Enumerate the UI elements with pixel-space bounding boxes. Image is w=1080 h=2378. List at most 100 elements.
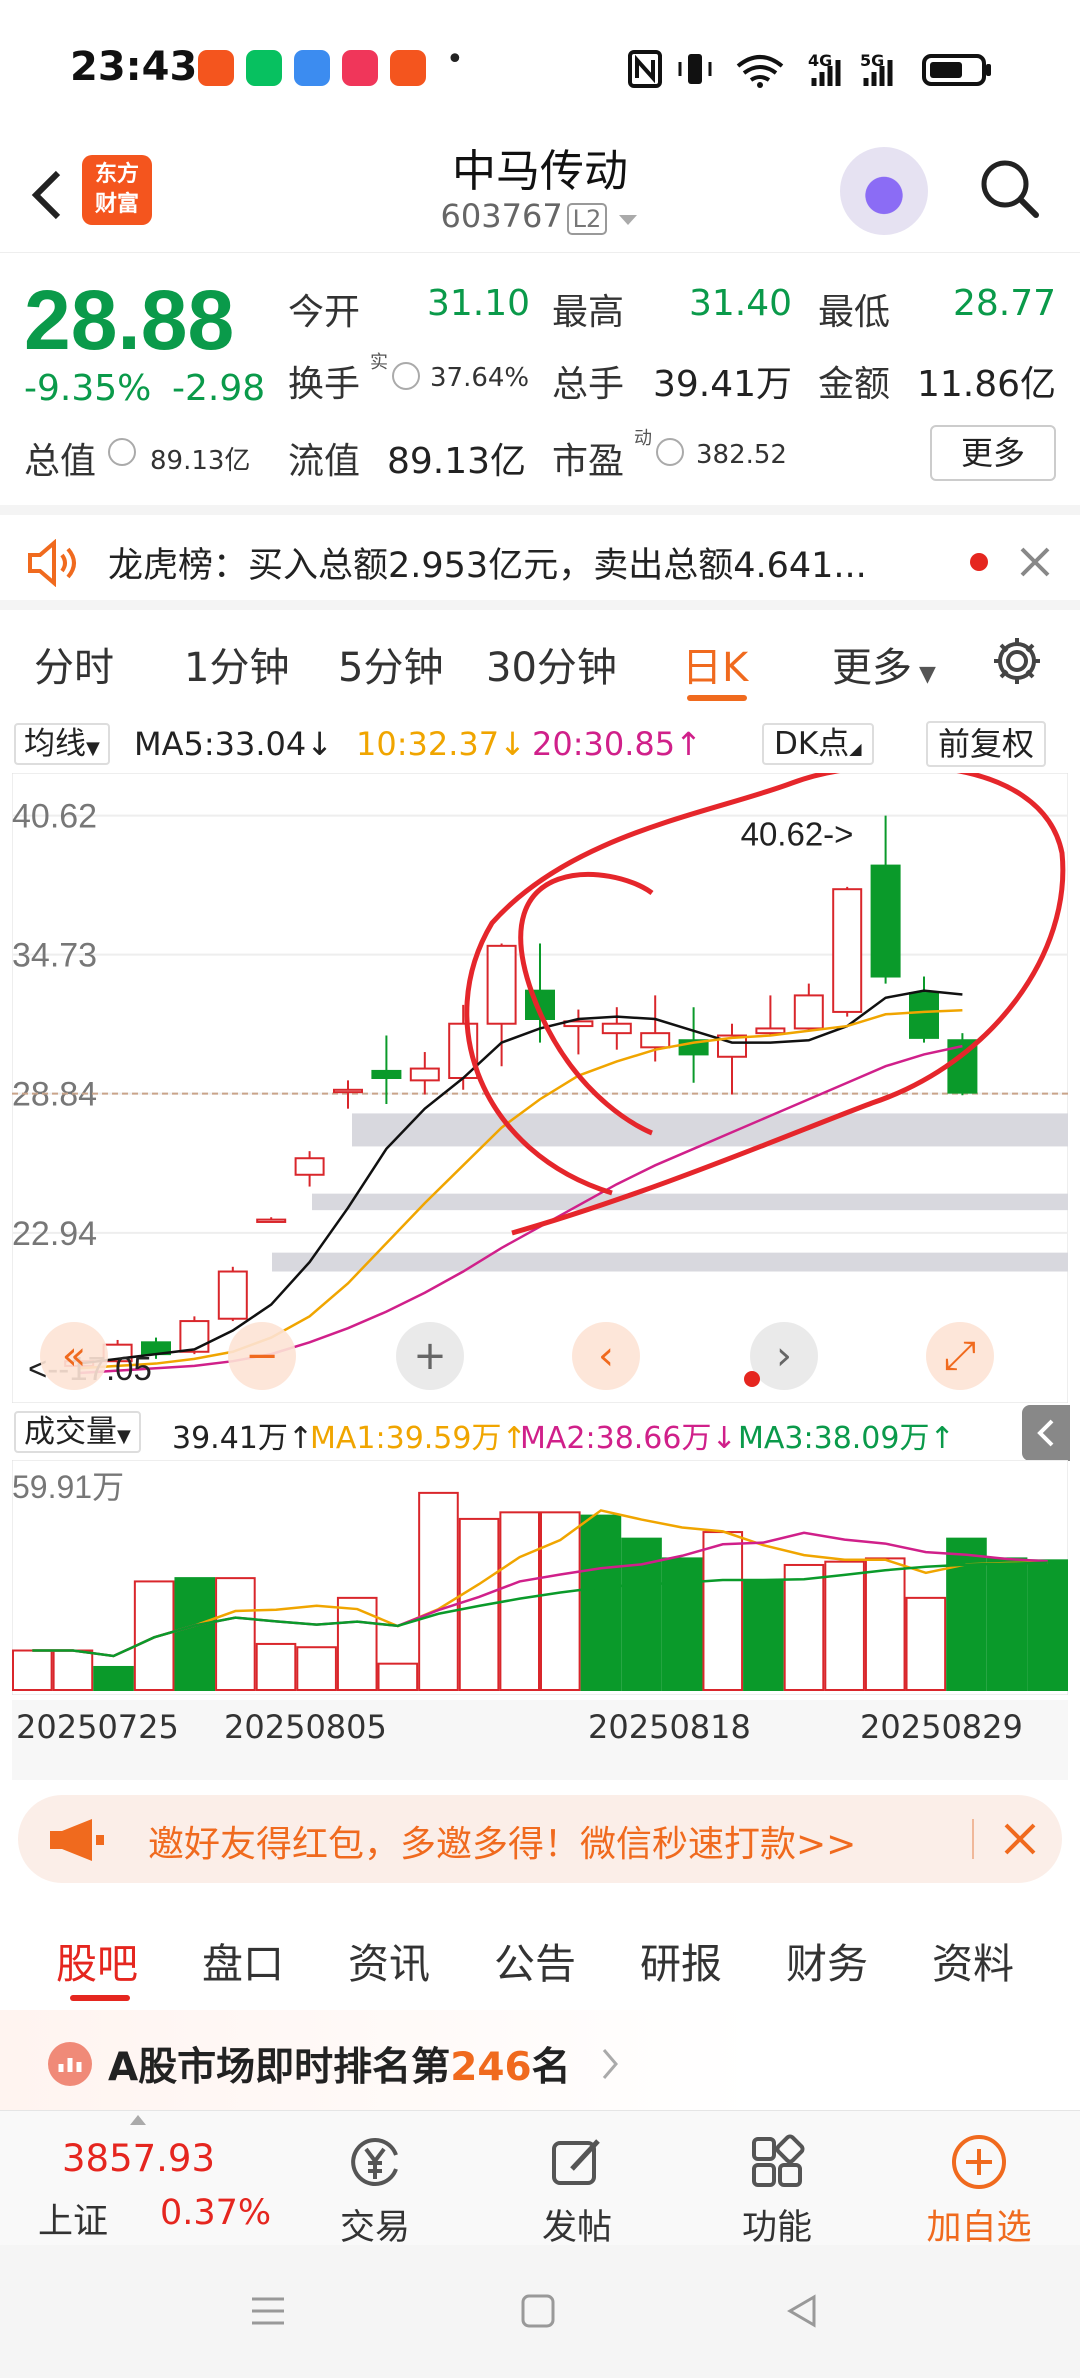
invite-text: 邀好友得红包，多邀多得！微信秒速打款>> — [148, 1824, 857, 1865]
volume-bar — [1027, 1559, 1068, 1691]
mktcap-value: 89.13亿 — [150, 446, 251, 476]
control-glyph: « — [62, 1333, 86, 1379]
menu-icon[interactable] — [248, 2291, 288, 2331]
tab-announcements[interactable]: 公告 — [494, 1930, 576, 1990]
index-value[interactable]: 3857.93 — [62, 2137, 215, 2180]
tab-intraday[interactable]: 分时 — [34, 635, 114, 693]
candle-body — [217, 1270, 248, 1320]
zoom-out-button[interactable]: − — [228, 1322, 296, 1390]
dk-point-button[interactable]: DK点◢ — [762, 723, 874, 765]
mktcap-label: 总值 — [24, 441, 97, 482]
volume-y-tick: 59.91万 — [12, 1469, 124, 1505]
post-label[interactable]: 发帖 — [512, 2199, 642, 2250]
search-icon[interactable] — [978, 157, 1040, 219]
stock-header: 东方 财富 中马传动 603767 L2 — [0, 135, 1080, 253]
info-icon[interactable] — [392, 362, 420, 390]
home-icon[interactable] — [518, 2291, 558, 2331]
volume-bar — [215, 1577, 256, 1691]
amount-label: 金额 — [818, 364, 891, 405]
tab-5min[interactable]: 5分钟 — [338, 635, 443, 693]
more-quote-button[interactable]: 更多 — [930, 425, 1056, 481]
volume-label: 总手 — [552, 364, 625, 405]
turnover-label: 换手 — [288, 364, 361, 405]
active-subtab-indicator — [70, 1995, 130, 2001]
float-value: 89.13亿 — [386, 441, 526, 482]
close-icon[interactable] — [1002, 1821, 1038, 1857]
kline-chart[interactable]: 40.6234.7328.8422.9440.62-><--17.05«−+‹›… — [12, 773, 1068, 1403]
scroll-far-left-button[interactable]: « — [40, 1322, 108, 1390]
marker-dot — [744, 1371, 760, 1387]
app-notification-icon — [198, 50, 234, 86]
turnover-value: 37.64% — [430, 363, 530, 393]
info-icon[interactable] — [108, 438, 136, 466]
tab-1min[interactable]: 1分钟 — [184, 635, 289, 693]
gear-icon[interactable] — [990, 634, 1044, 688]
tab-news[interactable]: 资讯 — [348, 1930, 430, 1990]
add-circle-icon[interactable] — [950, 2133, 1008, 2191]
wechat-icon — [246, 50, 282, 86]
market-rank-row[interactable]: A股市场即时排名第246名 — [0, 2010, 1080, 2110]
fullscreen-button[interactable]: ⤢ — [926, 1322, 994, 1390]
candle-body — [333, 1088, 363, 1094]
tab-guba[interactable]: 股吧 — [56, 1930, 138, 1990]
volume-bar — [661, 1557, 703, 1691]
add-watchlist-label[interactable]: 加自选 — [914, 2199, 1044, 2250]
volume-bar — [864, 1557, 906, 1691]
tab-pankou[interactable]: 盘口 — [202, 1930, 284, 1990]
ma20-value: 20:30.85↑ — [532, 725, 702, 763]
amount-value: 11.86亿 — [916, 364, 1056, 405]
back-nav-icon[interactable] — [782, 2291, 822, 2331]
volume-value: 39.41万 — [652, 364, 792, 405]
current-price: 28.88 — [24, 273, 235, 367]
scroll-left-button[interactable]: ‹ — [572, 1322, 640, 1390]
candle-body — [409, 1067, 440, 1082]
speaker-icon — [28, 539, 76, 587]
ma5-value: MA5:33.04↓ — [134, 725, 334, 763]
volume-bar — [174, 1577, 216, 1691]
candle-body — [371, 1069, 402, 1080]
volume-bar — [743, 1580, 784, 1691]
index-name: 上证 — [38, 2202, 109, 2242]
weather-icon — [294, 50, 330, 86]
apps-grid-icon[interactable] — [748, 2133, 806, 2191]
volume-bar — [377, 1662, 419, 1691]
stock-code: 603767 — [440, 197, 563, 235]
volume-bar — [824, 1560, 865, 1692]
tab-finance[interactable]: 财务 — [786, 1930, 868, 1990]
assistant-robot-icon[interactable] — [840, 147, 928, 235]
date-tick: 20250725 — [16, 1708, 179, 1746]
volume-bar — [12, 1649, 53, 1691]
tab-30min[interactable]: 30分钟 — [486, 635, 617, 693]
function-label[interactable]: 功能 — [712, 2199, 842, 2250]
unread-dot — [970, 553, 988, 571]
trade-icon[interactable] — [346, 2133, 404, 2191]
invite-banner[interactable]: 邀好友得红包，多邀多得！微信秒速打款>> — [18, 1795, 1062, 1883]
dragon-tiger-banner[interactable]: 龙虎榜：买入总额2.953亿元，卖出总额4.641... — [0, 505, 1080, 610]
trade-label[interactable]: 交易 — [310, 2199, 440, 2250]
volume-bar — [946, 1537, 987, 1692]
edit-post-icon[interactable] — [548, 2133, 606, 2191]
vol-ma1-value: MA1:39.59万↑ — [310, 1421, 527, 1456]
date-tick: 20250829 — [860, 1708, 1023, 1746]
volume-bar — [580, 1514, 622, 1692]
volume-bar — [255, 1642, 297, 1692]
zoom-in-button[interactable]: + — [396, 1322, 464, 1390]
scroll-right-button[interactable]: › — [750, 1322, 818, 1390]
collapse-panel-button[interactable] — [1022, 1405, 1070, 1461]
tab-profile[interactable]: 资料 — [932, 1930, 1014, 1990]
adjust-button[interactable]: 前复权 — [926, 721, 1047, 767]
info-icon[interactable] — [656, 438, 684, 466]
ma-selector-button[interactable]: 均线▼ — [14, 723, 110, 765]
tab-research[interactable]: 研报 — [640, 1930, 722, 1990]
close-icon[interactable] — [1018, 545, 1052, 579]
high-label: 最高 — [552, 292, 625, 333]
volume-chart[interactable]: 59.91万 — [12, 1460, 1068, 1695]
tab-more[interactable]: 更多 ▼ — [832, 635, 936, 693]
volume-selector-button[interactable]: 成交量▼ — [14, 1411, 141, 1453]
y-tick-label: 22.94 — [12, 1215, 97, 1253]
bar-chart-icon — [48, 2042, 92, 2086]
candle-body — [294, 1157, 325, 1176]
megaphone-icon — [50, 1819, 104, 1861]
tab-daily-k[interactable]: 日K — [682, 635, 748, 693]
ma-legend-bar: 均线▼ MA5:33.04↓ 10:32.37↓ 20:30.85↑ DK点◢ … — [0, 715, 1080, 773]
